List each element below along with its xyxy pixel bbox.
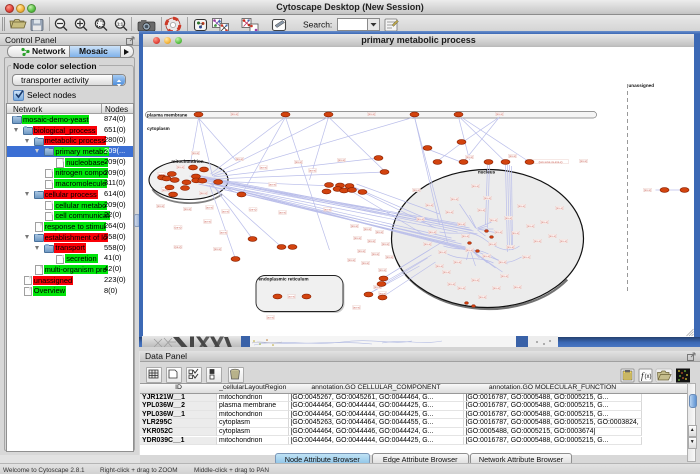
svg-text:(xx-x): (xx-x)	[518, 204, 525, 208]
svg-text:(xx-x): (xx-x)	[351, 224, 358, 228]
svg-text:(xx-x): (xx-x)	[231, 112, 238, 116]
svg-text:(xx-x): (xx-x)	[436, 264, 443, 268]
svg-text:endoplasmic reticulum: endoplasmic reticulum	[259, 277, 309, 282]
svg-text:(xx-x): (xx-x)	[222, 210, 229, 214]
svg-text:(xx-x): (xx-x)	[489, 242, 496, 246]
svg-text:(xx-x): (xx-x)	[368, 239, 375, 243]
svg-text:(xx-x): (xx-x)	[458, 286, 465, 290]
svg-text:(xx-x): (xx-x)	[458, 222, 465, 226]
svg-text:(xx-x): (xx-x)	[382, 242, 389, 246]
svg-text:(xx-x): (xx-x)	[358, 249, 365, 253]
svg-text:(xx-x): (xx-x)	[236, 157, 243, 161]
svg-text:(xx-x): (xx-x)	[175, 226, 182, 230]
svg-text:nucleus: nucleus	[478, 170, 496, 175]
svg-text:(xx-x): (xx-x)	[220, 231, 227, 235]
svg-text:(xx-x): (xx-x)	[501, 274, 508, 278]
svg-text:(xx-x): (xx-x)	[424, 242, 431, 246]
svg-text:(xx-x): (xx-x)	[368, 112, 375, 116]
svg-text:(xx-x): (xx-x)	[478, 208, 485, 212]
svg-text:plasma membrane: plasma membrane	[147, 113, 188, 118]
svg-text:(xx-x): (xx-x)	[454, 260, 461, 264]
svg-text:(xx-x): (xx-x)	[413, 188, 420, 192]
svg-text:1:1: 1:1	[117, 22, 124, 27]
svg-text:mitochondrion: mitochondrion	[171, 159, 203, 164]
svg-text:(xx-x): (xx-x)	[260, 166, 267, 170]
svg-text:(xx-x): (xx-x)	[429, 230, 436, 234]
svg-text:(xx-x): (xx-x)	[479, 295, 486, 299]
svg-text:(xx-x): (xx-x)	[288, 295, 295, 299]
svg-text:(xx-x): (xx-x)	[499, 260, 506, 264]
svg-text:(xx-x): (xx-x)	[505, 216, 512, 220]
svg-text:(xxx-xxxx-xx-xxx-x): (xxx-xxxx-xx-xxx-x)	[539, 160, 563, 164]
svg-text:(xx-x): (xx-x)	[338, 158, 345, 162]
svg-text:(xx-x): (xx-x)	[353, 306, 360, 310]
svg-text:(xx-x): (xx-x)	[446, 210, 453, 214]
svg-text:(xx-x): (xx-x)	[372, 252, 379, 256]
svg-text:(xx-x): (xx-x)	[512, 231, 519, 235]
svg-text:unassigned: unassigned	[629, 83, 655, 88]
svg-text:(xx-x): (xx-x)	[472, 278, 479, 282]
svg-text:(xx-x): (xx-x)	[439, 250, 446, 254]
svg-text:(xx-x): (xx-x)	[157, 204, 164, 208]
svg-text:(xx-x): (xx-x)	[354, 236, 361, 240]
svg-text:(xx-x): (xx-x)	[580, 159, 587, 163]
svg-text:(xx-x): (xx-x)	[644, 188, 651, 192]
svg-text:(xx-x): (xx-x)	[386, 255, 393, 259]
svg-text:(xx-x): (xx-x)	[175, 245, 182, 249]
svg-text:(xx-x): (xx-x)	[451, 197, 458, 201]
svg-text:(xx-x): (xx-x)	[507, 245, 514, 249]
svg-text:(x): (x)	[645, 374, 652, 380]
svg-text:(xx-x): (xx-x)	[362, 261, 369, 265]
svg-text:(xx-x): (xx-x)	[177, 165, 184, 169]
svg-text:(xx-x): (xx-x)	[527, 224, 534, 228]
svg-text:Search:: Search:	[303, 20, 332, 30]
svg-text:(xx-x): (xx-x)	[267, 316, 274, 320]
svg-text:(xx-x): (xx-x)	[443, 270, 450, 274]
svg-text:(xx-x): (xx-x)	[250, 208, 257, 212]
svg-text:(xx-x): (xx-x)	[364, 227, 371, 231]
svg-text:(xx-x): (xx-x)	[556, 206, 563, 210]
svg-text:(xx-x): (xx-x)	[448, 282, 455, 286]
svg-text:(xx-x): (xx-x)	[462, 234, 469, 238]
svg-text:(xx-x): (xx-x)	[496, 112, 503, 116]
svg-text:(xx-x): (xx-x)	[417, 217, 424, 221]
svg-text:(xx-x): (xx-x)	[495, 230, 502, 234]
svg-text:(xx-x): (xx-x)	[204, 220, 211, 224]
svg-text:(xx-x): (xx-x)	[483, 254, 490, 258]
svg-text:(xx-x): (xx-x)	[184, 207, 191, 211]
svg-text:(xx-x): (xx-x)	[269, 183, 276, 187]
svg-text:(xx-x): (xx-x)	[295, 160, 302, 164]
svg-text:(xx-x): (xx-x)	[466, 155, 473, 159]
svg-text:(xx-x): (xx-x)	[549, 234, 556, 238]
svg-text:(xx-x): (xx-x)	[493, 286, 500, 290]
svg-text:(xx-x): (xx-x)	[523, 255, 530, 259]
svg-text:(xx-x): (xx-x)	[279, 211, 286, 215]
svg-text:(xx-x): (xx-x)	[560, 239, 567, 243]
svg-text:(xx-x): (xx-x)	[214, 247, 221, 251]
svg-text:cytoplasm: cytoplasm	[147, 126, 170, 131]
svg-text:(xx-x): (xx-x)	[324, 208, 331, 212]
svg-text:(xx-x): (xx-x)	[541, 220, 548, 224]
svg-text:(xx-x): (xx-x)	[426, 203, 433, 207]
svg-text:(xx-x): (xx-x)	[348, 258, 355, 262]
svg-text:(xx-x): (xx-x)	[309, 169, 316, 173]
svg-text:(xx-x): (xx-x)	[376, 230, 383, 234]
svg-text:(xx-x): (xx-x)	[509, 154, 516, 158]
svg-text:(xx-x): (xx-x)	[534, 239, 541, 243]
svg-text:(xx-x): (xx-x)	[466, 248, 473, 252]
svg-text:(xx-x): (xx-x)	[472, 184, 479, 188]
svg-text:(xx-x): (xx-x)	[514, 285, 521, 289]
svg-text:(xx-x): (xx-x)	[484, 196, 491, 200]
svg-text:(xx-x): (xx-x)	[490, 218, 497, 222]
svg-text:(xx-x): (xx-x)	[379, 268, 386, 272]
svg-text:(xx-x): (xx-x)	[192, 151, 199, 155]
svg-text:(xx-x): (xx-x)	[206, 206, 213, 210]
svg-text:(xx-x): (xx-x)	[200, 191, 207, 195]
